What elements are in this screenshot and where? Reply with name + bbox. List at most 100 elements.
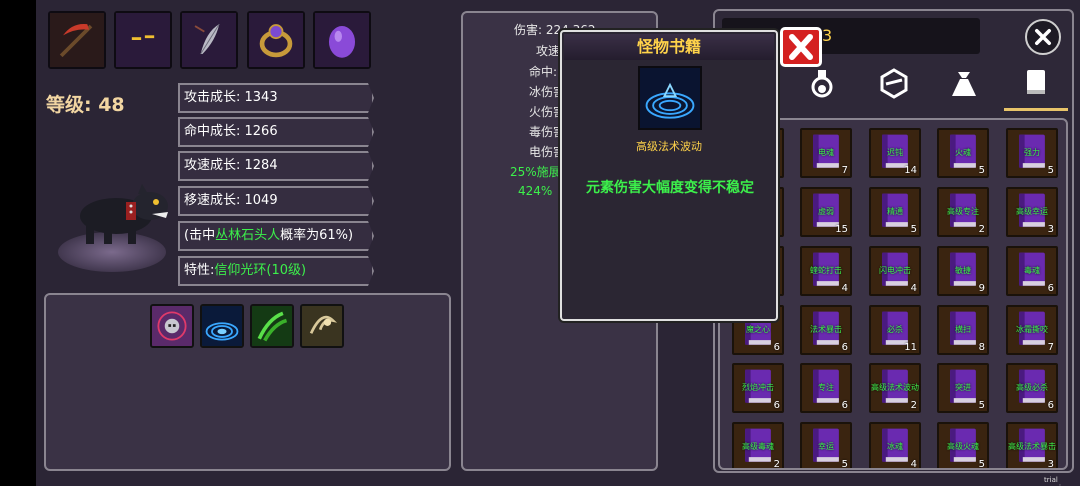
close-icon (789, 34, 813, 60)
eyes-icon (116, 13, 170, 67)
book-slot[interactable]: 高级法术波动 2 (869, 363, 921, 413)
book-slot[interactable]: 法术暴击 6 (800, 305, 852, 355)
book-count: 6 (773, 400, 780, 411)
equip-slot-egg[interactable] (313, 11, 371, 69)
book-count: 6 (1047, 400, 1054, 411)
book-name: 电魂 (818, 148, 834, 157)
book-count: 2 (978, 224, 985, 235)
book-name: 烈焰冲击 (742, 383, 774, 392)
book-slot[interactable]: 精通 5 (869, 187, 921, 237)
book-slot[interactable]: 高级毒魂 2 (732, 422, 784, 468)
book-name: 敏捷 (955, 266, 971, 275)
skill-slot-1[interactable] (150, 304, 194, 348)
book-slot[interactable]: 闪电冲击 4 (869, 246, 921, 296)
book-name: 蝰蛇打击 (810, 266, 842, 275)
skill-slot-4[interactable] (300, 304, 344, 348)
book-slot[interactable]: 冰魂 4 (869, 422, 921, 470)
book-icon (1027, 70, 1045, 94)
popup-book-description: 元素伤害大幅度变得不稳定 (586, 180, 754, 196)
book-count: 7 (1047, 342, 1054, 353)
book-slot[interactable]: 强力 5 (1006, 128, 1058, 178)
book-name: 高级法术暴击 (1008, 442, 1056, 451)
book-count: 6 (841, 400, 848, 411)
attr-bonus-percent: 424% (518, 184, 553, 198)
book-name: 突进 (955, 383, 971, 392)
close-inventory-button[interactable] (1025, 19, 1061, 55)
equip-slot-accessory[interactable] (180, 11, 238, 69)
cube-icon (880, 68, 908, 99)
book-slot[interactable]: 火魂 5 (937, 128, 989, 178)
close-icon (1035, 29, 1051, 45)
hit-effect-target: 丛林石头人 (215, 228, 281, 243)
book-count: 5 (910, 224, 917, 235)
popup-book-name: 高级法术波动 (636, 140, 702, 153)
book-slot[interactable]: 迟钝 14 (869, 128, 921, 178)
book-slot[interactable]: 烈焰冲击 6 (732, 363, 784, 413)
book-slot[interactable]: 虚弱 15 (800, 187, 852, 237)
book-slot[interactable]: 毒魂 6 (1006, 246, 1058, 296)
book-name: 精通 (887, 207, 903, 216)
green-claw-icon (252, 306, 292, 346)
equip-slot-weapon[interactable] (48, 11, 106, 69)
close-popup-button[interactable] (780, 27, 822, 67)
book-name: 横扫 (955, 325, 971, 334)
tab-potions[interactable] (804, 66, 840, 100)
popup-skill-icon (638, 66, 702, 130)
hit-effect-suffix: 概率为61%) (280, 228, 354, 243)
book-slot[interactable]: 突进 5 (937, 363, 989, 413)
book-slot[interactable]: 高级幸运 3 (1006, 187, 1058, 237)
attr-cast-chance: 25%施展 (510, 165, 561, 179)
skill-slot-2[interactable] (200, 304, 244, 348)
book-slot[interactable]: 电魂 7 (800, 128, 852, 178)
equip-slot-ring[interactable] (247, 11, 305, 69)
book-slot[interactable]: 专注 6 (800, 363, 852, 413)
book-name: 高级幸运 (1016, 207, 1048, 216)
book-slot[interactable]: 横扫 8 (937, 305, 989, 355)
inventory-title: 3 (822, 26, 833, 45)
watermark: trial version (1044, 476, 1070, 486)
bag-icon (952, 72, 976, 96)
book-count: 5 (978, 165, 985, 176)
book-slot[interactable]: 高级法术暴击 3 (1006, 422, 1058, 470)
book-name: 必杀 (887, 325, 903, 334)
book-name: 幸运 (818, 442, 834, 451)
book-name: 虚弱 (818, 207, 834, 216)
book-count: 9 (978, 283, 985, 294)
book-name: 高级专注 (947, 207, 979, 216)
book-name: 高级毒魂 (742, 442, 774, 451)
trait-value: 信仰光环(10级) (214, 263, 307, 278)
whirlwind-icon (302, 306, 342, 346)
skull-target-icon (152, 306, 192, 346)
book-slot[interactable]: 幸运 5 (800, 422, 852, 468)
equip-slot-head[interactable] (114, 11, 172, 69)
tab-materials[interactable] (876, 66, 912, 100)
book-count: 8 (978, 342, 985, 353)
skill-slot-3[interactable] (250, 304, 294, 348)
book-count: 3 (1047, 459, 1054, 470)
book-count: 7 (841, 165, 848, 176)
book-slot[interactable]: 蝰蛇打击 4 (800, 246, 852, 296)
active-tab-indicator (1004, 108, 1068, 111)
book-slot[interactable]: 敏捷 9 (937, 246, 989, 296)
book-slot[interactable]: 高级火魂 5 (937, 422, 989, 468)
pet-dog-icon[interactable] (66, 180, 176, 250)
pet-level: 等级: 48 (46, 94, 125, 116)
book-count: 6 (773, 342, 780, 353)
book-name: 魔之心 (746, 325, 770, 334)
arcane-wave-icon (202, 306, 242, 346)
egg-icon (315, 13, 369, 67)
book-name: 强力 (1024, 148, 1040, 157)
book-count: 14 (904, 165, 917, 176)
tab-books[interactable] (1018, 66, 1054, 100)
book-name: 闪电冲击 (879, 266, 911, 275)
book-name: 高级法术波动 (871, 383, 919, 392)
stat-hit-growth: 命中成长: 1266 (178, 117, 374, 147)
book-slot[interactable]: 必杀 11 (869, 305, 921, 355)
book-slot[interactable]: 高级专注 2 (937, 187, 989, 237)
book-count: 4 (910, 459, 917, 470)
stat-move-growth: 移速成长: 1049 (178, 186, 374, 216)
book-slot[interactable]: 高级必杀 6 (1006, 363, 1058, 413)
tab-bag[interactable] (946, 66, 982, 100)
book-name: 专注 (818, 383, 834, 392)
book-slot[interactable]: 冰霜撕咬 7 (1006, 305, 1058, 355)
